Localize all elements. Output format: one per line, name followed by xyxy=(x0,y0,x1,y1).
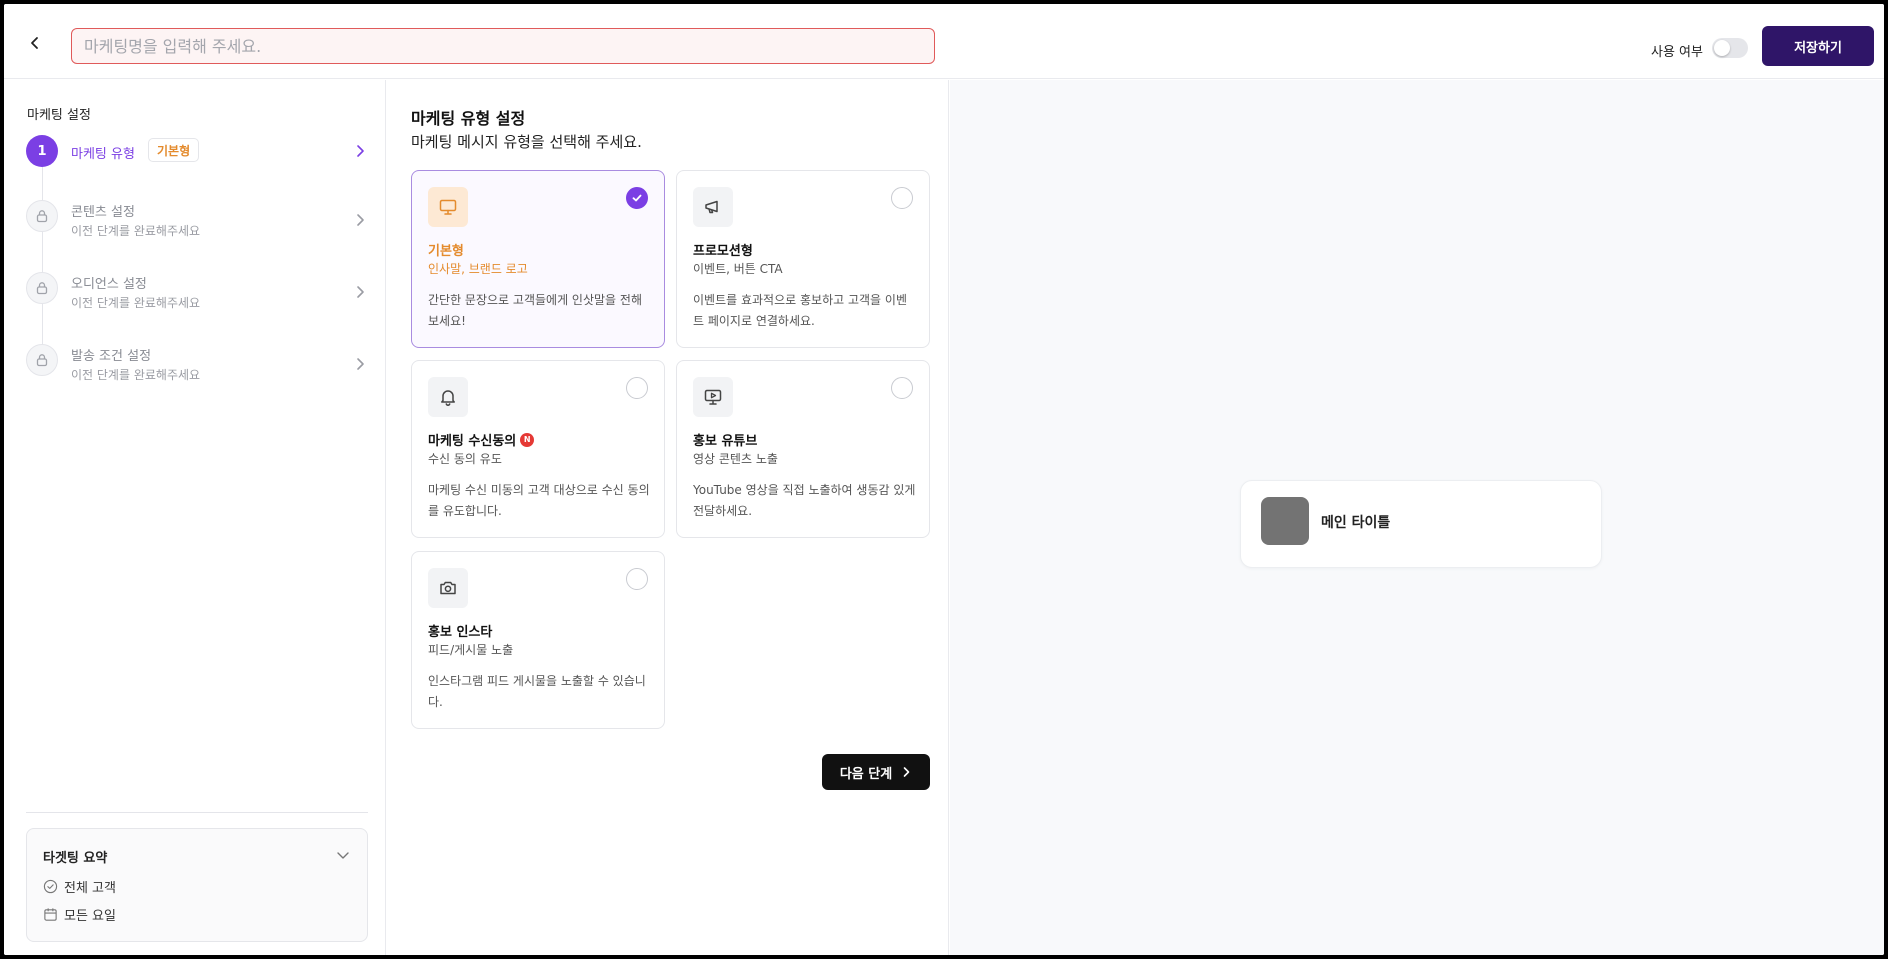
card-radio[interactable] xyxy=(626,187,648,209)
card-title-text: 홍보 유튜브 xyxy=(693,434,758,449)
summary-item: 전체 고객 xyxy=(43,877,116,896)
card-title: 마케팅 수신동의 N xyxy=(428,430,535,449)
step-label: 오디언스 설정 xyxy=(71,277,147,292)
card-icon-box xyxy=(693,377,733,417)
lock-icon xyxy=(36,282,48,295)
check-circle-icon xyxy=(43,879,58,893)
step-sub: 이전 단계를 완료해주세요 xyxy=(71,296,201,310)
chevron-right-icon xyxy=(357,214,364,226)
card-description: 간단한 문장으로 고객들에게 인삿말을 전해보세요! xyxy=(428,293,642,328)
back-button[interactable] xyxy=(24,32,46,54)
step-label: 발송 조건 설정 xyxy=(71,349,152,364)
step-lock xyxy=(26,200,58,232)
lock-icon xyxy=(36,354,48,367)
step-number: 1 xyxy=(26,135,58,167)
card-subtitle: 수신 동의 유도 xyxy=(428,452,502,466)
card-title-text: 기본형 xyxy=(428,244,464,259)
card-subtitle: 피드/게시물 노출 xyxy=(428,643,514,657)
card-title-text: 마케팅 수신동의 xyxy=(428,434,517,449)
step-marketing-type[interactable]: 1 마케팅 유형 기본형 xyxy=(26,135,368,175)
step-content-settings[interactable]: 콘텐츠 설정 이전 단계를 완료해주세요 xyxy=(26,200,368,240)
bell-icon xyxy=(441,390,455,406)
toggle-knob xyxy=(1714,40,1730,56)
card-radio[interactable] xyxy=(891,377,913,399)
app-window: 사용 여부 저장하기 마케팅 설정 1 마케팅 유형 기본형 콘텐츠 설정 이전… xyxy=(4,4,1884,955)
card-description: 인스타그램 피드 게시물을 노출할 수 있습니다. xyxy=(428,674,646,709)
save-button[interactable]: 저장하기 xyxy=(1762,26,1874,66)
camera-icon xyxy=(440,581,456,595)
type-card-youtube[interactable]: 홍보 유튜브 영상 콘텐츠 노출 YouTube 영상을 직접 노출하여 생동감… xyxy=(676,360,930,538)
megaphone-icon xyxy=(705,200,718,214)
new-badge: N xyxy=(520,432,535,447)
type-card-promotion[interactable]: 프로모션형 이벤트, 버튼 CTA 이벤트를 효과적으로 홍보하고 고객을 이벤… xyxy=(676,170,930,348)
chevron-down-icon[interactable] xyxy=(335,847,351,863)
card-description: YouTube 영상을 직접 노출하여 생동감 있게 전달하세요. xyxy=(693,483,916,518)
chevron-right-icon xyxy=(903,767,910,777)
message-preview: 메인 타이틀 xyxy=(950,80,1884,955)
summary-title: 타겟팅 요약 xyxy=(43,851,108,866)
marketing-name-input[interactable] xyxy=(71,28,935,64)
card-subtitle: 인사말, 브랜드 로고 xyxy=(428,262,528,276)
card-title: 홍보 유튜브 xyxy=(693,430,757,449)
card-subtitle: 이벤트, 버튼 CTA xyxy=(693,262,783,276)
use-toggle[interactable] xyxy=(1712,38,1748,58)
step-send-condition[interactable]: 발송 조건 설정 이전 단계를 완료해주세요 xyxy=(26,344,368,384)
step-sub: 이전 단계를 완료해주세요 xyxy=(71,224,201,238)
steps-sidebar: 마케팅 설정 1 마케팅 유형 기본형 콘텐츠 설정 이전 단계를 완료해주세요… xyxy=(4,80,386,955)
card-radio[interactable] xyxy=(626,568,648,590)
card-title-text: 홍보 인스타 xyxy=(428,625,493,640)
card-icon-box xyxy=(428,377,468,417)
type-selection-panel: 마케팅 유형 설정 마케팅 메시지 유형을 선택해 주세요. 기본형 인사말, … xyxy=(387,80,949,955)
step-audience-settings[interactable]: 오디언스 설정 이전 단계를 완료해주세요 xyxy=(26,272,368,312)
summary-item-label: 전체 고객 xyxy=(64,880,116,896)
monitor-icon xyxy=(439,199,457,215)
card-radio[interactable] xyxy=(626,377,648,399)
panel-title: 마케팅 유형 설정 xyxy=(411,109,526,128)
preview-image-placeholder xyxy=(1261,497,1309,545)
check-icon xyxy=(632,194,642,202)
card-subtitle: 영상 콘텐츠 노출 xyxy=(693,452,778,466)
steps-connector xyxy=(42,151,43,361)
type-card-basic[interactable]: 기본형 인사말, 브랜드 로고 간단한 문장으로 고객들에게 인삿말을 전해보세… xyxy=(411,170,665,348)
use-toggle-label: 사용 여부 xyxy=(1651,45,1703,60)
step-lock xyxy=(26,344,58,376)
chevron-right-icon xyxy=(357,145,364,157)
card-title-text: 프로모션형 xyxy=(693,244,753,259)
card-description: 마케팅 수신 미동의 고객 대상으로 수신 동의를 유도합니다. xyxy=(428,483,650,518)
chevron-left-icon xyxy=(31,37,38,49)
card-description: 이벤트를 효과적으로 홍보하고 고객을 이벤트 페이지로 연결하세요. xyxy=(693,293,907,328)
summary-item: 모든 요일 xyxy=(43,905,116,924)
top-header: 사용 여부 저장하기 xyxy=(4,4,1884,79)
sidebar-title: 마케팅 설정 xyxy=(27,108,91,123)
card-title: 프로모션형 xyxy=(693,240,753,259)
next-step-label: 다음 단계 xyxy=(839,766,893,782)
calendar-icon xyxy=(44,907,57,921)
card-radio[interactable] xyxy=(891,187,913,209)
panel-subtitle: 마케팅 메시지 유형을 선택해 주세요. xyxy=(411,133,642,151)
video-monitor-icon xyxy=(704,389,722,405)
lock-icon xyxy=(36,210,48,223)
card-icon-box xyxy=(428,187,468,227)
step-type-badge: 기본형 xyxy=(148,138,200,162)
card-title: 기본형 xyxy=(428,240,464,259)
card-icon-box xyxy=(428,568,468,608)
card-icon-box xyxy=(693,187,733,227)
chevron-right-icon xyxy=(357,358,364,370)
preview-title: 메인 타이틀 xyxy=(1321,515,1391,531)
next-step-button[interactable]: 다음 단계 xyxy=(822,754,930,790)
targeting-summary: 타겟팅 요약 전체 고객 모든 요일 xyxy=(26,828,368,942)
card-title: 홍보 인스타 xyxy=(428,621,492,640)
sidebar-divider xyxy=(26,812,368,813)
type-card-instagram[interactable]: 홍보 인스타 피드/게시물 노출 인스타그램 피드 게시물을 노출할 수 있습니… xyxy=(411,551,665,729)
type-card-consent[interactable]: 마케팅 수신동의 N 수신 동의 유도 마케팅 수신 미동의 고객 대상으로 수… xyxy=(411,360,665,538)
step-sub: 이전 단계를 완료해주세요 xyxy=(71,368,201,382)
step-lock xyxy=(26,272,58,304)
step-label: 콘텐츠 설정 xyxy=(71,205,135,220)
chevron-right-icon xyxy=(357,286,364,298)
summary-item-label: 모든 요일 xyxy=(64,908,116,924)
preview-card: 메인 타이틀 xyxy=(1240,480,1602,568)
step-label: 마케팅 유형 xyxy=(71,147,135,162)
